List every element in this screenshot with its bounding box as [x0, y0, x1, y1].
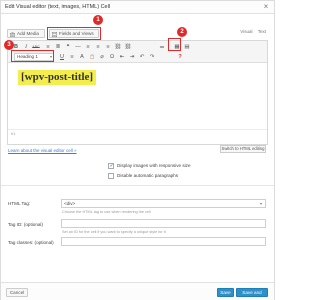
- justify-icon[interactable]: ≡: [68, 53, 76, 61]
- unlink-icon[interactable]: ⛓: [124, 43, 132, 51]
- horizontal-rule-icon[interactable]: —: [74, 43, 82, 51]
- switch-html-label: Switch to HTML editing: [221, 146, 265, 151]
- tab-text[interactable]: Text: [258, 29, 266, 34]
- text-color-icon[interactable]: A: [78, 53, 86, 61]
- switch-html-button[interactable]: Switch to HTML editing: [220, 145, 266, 153]
- help-icon[interactable]: ?: [176, 53, 184, 61]
- dialog-titlebar: Edit Visual editor (text, images, HTML) …: [1, 1, 274, 14]
- html-tag-select[interactable]: <div> ▾: [61, 199, 266, 208]
- element-path-value: h1: [11, 131, 16, 136]
- special-char-icon[interactable]: Ω: [108, 53, 116, 61]
- numbered-list-icon[interactable]: ≣: [54, 43, 62, 51]
- tag-id-input[interactable]: [61, 219, 266, 228]
- align-center-icon[interactable]: ≡: [94, 43, 102, 51]
- tab-visual[interactable]: Visual: [240, 29, 252, 34]
- annotation-highlight-2: [168, 38, 181, 51]
- post-title-shortcode: [wpv-post-title]: [18, 70, 97, 85]
- cancel-button[interactable]: Cancel: [6, 288, 28, 297]
- html-tag-help: Choose the HTML tag to use when renderin…: [62, 210, 151, 214]
- html-tag-label: HTML Tag:: [8, 201, 31, 206]
- align-right-icon[interactable]: ≡: [104, 43, 112, 51]
- html-tag-value: <div>: [64, 201, 76, 206]
- annotation-highlight-1: [47, 27, 101, 40]
- undo-icon[interactable]: ↶: [138, 53, 146, 61]
- dialog-title: Edit Visual editor (text, images, HTML) …: [5, 4, 111, 10]
- add-media-button[interactable]: Add Media: [7, 29, 45, 38]
- paste-text-icon[interactable]: 📋: [88, 53, 96, 61]
- outdent-icon[interactable]: ⇤: [118, 53, 126, 61]
- responsive-images-checkbox[interactable]: [108, 163, 114, 169]
- learn-visual-editor-link[interactable]: Learn about the visual editor cell »: [8, 148, 77, 153]
- annotation-badge-2: 2: [177, 27, 187, 37]
- add-media-label: Add Media: [17, 31, 39, 36]
- annotation-highlight-3: [11, 50, 54, 62]
- annotation-badge-1: 1: [93, 15, 103, 25]
- disable-paragraphs-label: Disable automatic paragraphs: [117, 173, 179, 178]
- chevron-down-icon: ▾: [259, 201, 262, 206]
- tag-id-label: Tag ID: (optional): [8, 222, 43, 227]
- edit-cell-dialog: Edit Visual editor (text, images, HTML) …: [0, 0, 275, 300]
- more-tag-icon[interactable]: ⚌: [158, 43, 166, 51]
- save-button[interactable]: Save: [217, 288, 234, 297]
- camera-icon: [10, 32, 15, 37]
- editor-tabs: Visual Text: [236, 29, 266, 34]
- element-path: h1: [8, 129, 267, 137]
- section-divider: [1, 185, 274, 186]
- editor-content-area[interactable]: [wpv-post-title] h1: [8, 63, 267, 137]
- tag-classes-input[interactable]: [61, 237, 266, 246]
- tag-classes-label: Tag classes: (optional): [8, 240, 54, 245]
- tag-id-help: Set an ID for the cell if you want to sp…: [62, 230, 166, 234]
- save-and-close-button[interactable]: Save and close: [236, 288, 268, 300]
- redo-icon[interactable]: ↷: [148, 53, 156, 61]
- clear-format-icon[interactable]: ⌀: [98, 53, 106, 61]
- close-icon[interactable]: ×: [262, 3, 270, 11]
- blockquote-icon[interactable]: ❝: [64, 43, 72, 51]
- toolbar-toggle-icon[interactable]: ▤: [183, 43, 191, 51]
- link-icon[interactable]: ⛓: [114, 43, 122, 51]
- disable-paragraphs-checkbox[interactable]: [108, 173, 114, 179]
- indent-icon[interactable]: ⇥: [128, 53, 136, 61]
- annotation-badge-3: 3: [4, 40, 14, 50]
- responsive-images-label: Display images with responsive size: [117, 163, 191, 168]
- underline-icon[interactable]: U: [58, 53, 66, 61]
- align-left-icon[interactable]: ≡: [84, 43, 92, 51]
- dialog-footer: Cancel Save Save and close: [1, 282, 274, 300]
